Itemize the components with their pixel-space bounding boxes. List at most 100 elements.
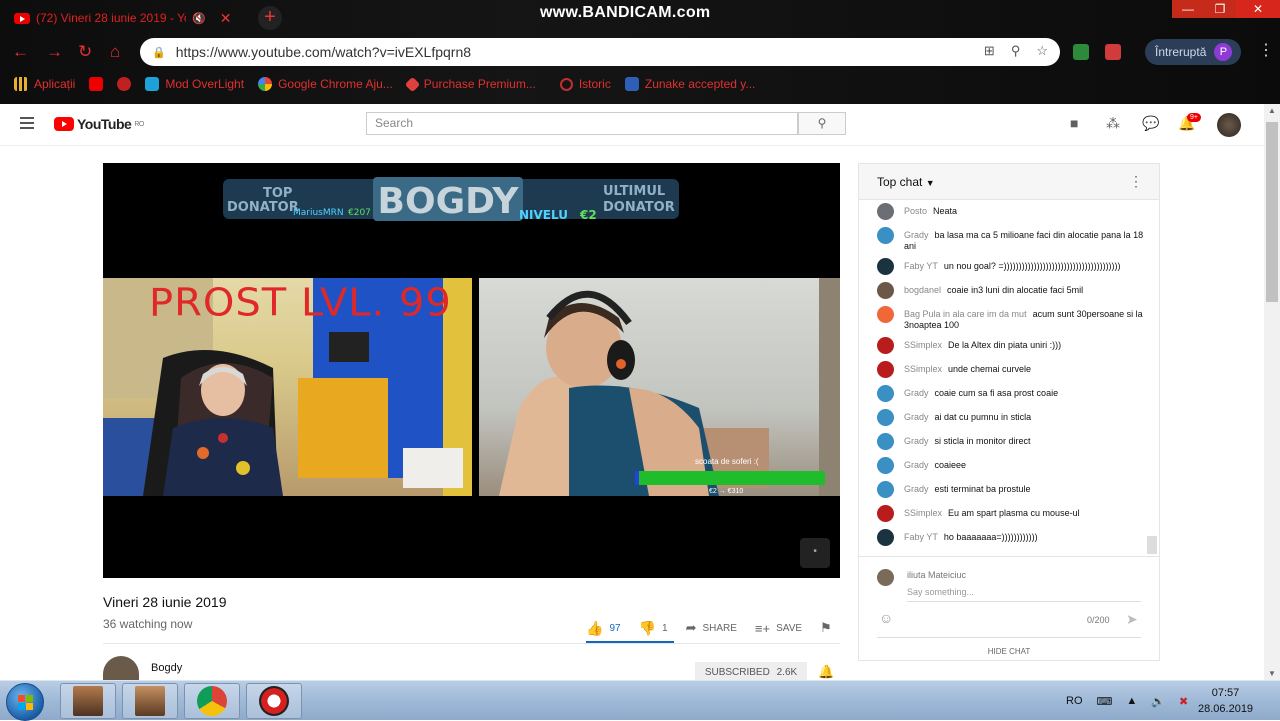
bookmark-google-help[interactable]: Google Chrome Aju...	[258, 77, 393, 91]
keyboard-icon[interactable]: ⌨	[1097, 695, 1113, 708]
svg-text:MariusMRN: MariusMRN	[293, 208, 344, 218]
chat-message[interactable]: SSimplex De la Altex din piata uniri :)))	[859, 334, 1159, 358]
extension-icon[interactable]	[1105, 44, 1121, 60]
subscribe-button[interactable]: SUBSCRIBED 2.6K	[695, 662, 807, 680]
chat-text: coaie cum sa fi asa prost coaie	[934, 388, 1059, 398]
taskbar-chrome[interactable]	[184, 683, 240, 719]
home-icon[interactable]: ⌂	[110, 42, 120, 62]
browser-tab[interactable]: (72) Vineri 28 iunie 2019 - Yo 🔇 ✕	[8, 4, 246, 32]
search-button[interactable]: ⚲	[798, 112, 846, 135]
bookmark-apps[interactable]: Aplicații	[14, 77, 75, 91]
report-button[interactable]: ⚑	[820, 620, 832, 636]
chat-user-avatar	[877, 385, 894, 402]
youtube-logo[interactable]: YouTube RO	[54, 116, 144, 132]
apps-icon[interactable]: ⁂	[1106, 115, 1120, 132]
send-icon[interactable]: ➤	[1126, 611, 1138, 628]
thumbs-up-icon: 👍	[586, 619, 604, 636]
show-hidden-icons[interactable]: ▲	[1126, 695, 1137, 707]
taskbar-app-2[interactable]	[122, 683, 178, 719]
apps-grid-icon	[14, 77, 28, 91]
chat-message[interactable]: Bag Pula in ala care im da mut acum sunt …	[859, 303, 1159, 334]
bookmark-opera[interactable]	[117, 77, 132, 91]
minimize-button[interactable]: —	[1172, 0, 1204, 18]
bookmark-mod-overlight[interactable]: Mod OverLight	[145, 77, 244, 91]
chat-message[interactable]: Grady coaieee	[859, 454, 1159, 478]
browser-chrome: (72) Vineri 28 iunie 2019 - Yo 🔇 ✕ + www…	[0, 0, 1280, 104]
forward-arrow-icon[interactable]: →	[46, 42, 63, 62]
browser-menu-icon[interactable]: ⋮	[1258, 40, 1274, 60]
scroll-down-icon[interactable]: ▼	[1268, 669, 1276, 678]
language-indicator[interactable]: RO	[1066, 695, 1083, 707]
chat-text: esti terminat ba prostule	[934, 484, 1031, 494]
chat-scrollbar[interactable]	[1147, 536, 1157, 554]
address-bar[interactable]: 🔒 https://www.youtube.com/watch?v=ivEXLf…	[140, 38, 1060, 66]
bookmark-purchase[interactable]: Purchase Premium...	[404, 76, 536, 92]
zoom-icon[interactable]: ⚲	[1011, 43, 1021, 59]
dislike-button[interactable]: 👎 1	[639, 620, 668, 637]
chat-message[interactable]: Grady ba lasa ma ca 5 milioane faci din a…	[859, 224, 1159, 255]
chat-mode-dropdown[interactable]: Top chat ▼	[877, 175, 935, 189]
bookmark-star-icon[interactable]: ☆	[1036, 43, 1048, 59]
share-label: SHARE	[702, 622, 737, 634]
like-button[interactable]: 👍 97	[586, 620, 621, 637]
taskbar-bandicam[interactable]	[246, 683, 302, 719]
messages-icon[interactable]: 💬	[1142, 115, 1159, 132]
network-icon[interactable]: ✖	[1179, 695, 1188, 708]
chat-message-body: Faby YT un nou goal? =)))))))))))))))))))…	[904, 258, 1144, 272]
tab-close-icon[interactable]: ✕	[220, 10, 232, 27]
restore-button[interactable]: ❐	[1204, 0, 1236, 18]
chat-message[interactable]: Grady coaie cum sa fi asa prost coaie	[859, 382, 1159, 406]
system-clock[interactable]: 07:57 28.06.2019	[1198, 685, 1253, 717]
chat-message-body: Grady si sticla in monitor direct	[904, 433, 1144, 447]
search-icon: ⚲	[817, 116, 827, 130]
chat-message-body: Grady ai dat cu pumnu in sticla	[904, 409, 1144, 423]
hamburger-menu-icon[interactable]	[20, 117, 34, 132]
create-video-icon[interactable]: ■	[1070, 115, 1078, 131]
chat-more-icon[interactable]: ⋮	[1129, 173, 1143, 190]
chat-message[interactable]: Faby YT ho baaaaaaa=))))))))))))	[859, 526, 1159, 550]
page-scrollbar[interactable]: ▲ ▼	[1264, 104, 1280, 680]
taskbar-app-1[interactable]	[60, 683, 116, 719]
account-avatar[interactable]	[1217, 113, 1241, 137]
channel-name[interactable]: Bogdy	[151, 662, 182, 674]
back-arrow-icon[interactable]: ←	[12, 42, 29, 62]
chat-message[interactable]: SSimplex Eu am spart plasma cu mouse-ul	[859, 502, 1159, 526]
chat-author: bogdanel	[904, 285, 942, 295]
search-input[interactable]: Search	[366, 112, 798, 135]
chat-message[interactable]: Grady esti terminat ba prostule	[859, 478, 1159, 502]
video-title: Vineri 28 iunie 2019	[103, 594, 227, 610]
reload-icon[interactable]: ↻	[78, 42, 92, 62]
profile-button[interactable]: Întreruptă P	[1145, 39, 1241, 65]
input-underline	[907, 601, 1141, 602]
chat-message[interactable]: Grady si sticla in monitor direct	[859, 430, 1159, 454]
video-player[interactable]: BOGDY TOP DONATOR MariusMRN €207 NIVELU …	[103, 163, 840, 578]
bookmark-history[interactable]: Istoric	[559, 77, 611, 91]
translate-icon[interactable]: ⊞	[984, 43, 995, 59]
close-window-button[interactable]: ✕	[1236, 0, 1280, 18]
save-button[interactable]: ≡+ SAVE	[755, 621, 802, 636]
svg-text:TOP: TOP	[263, 186, 292, 201]
bookmark-zunake[interactable]: Zunake accepted y...	[624, 77, 755, 91]
share-button[interactable]: ➦ SHARE	[686, 620, 737, 636]
emoji-icon[interactable]: ☺	[879, 610, 893, 626]
scrollbar-thumb[interactable]	[1266, 122, 1278, 302]
chat-message[interactable]: Posto Neata	[859, 200, 1159, 224]
scroll-up-icon[interactable]: ▲	[1268, 106, 1276, 115]
new-tab-button[interactable]: +	[258, 6, 282, 30]
chat-message[interactable]: SSimplex unde chemai curvele	[859, 358, 1159, 382]
volume-icon[interactable]: 🔊	[1151, 695, 1165, 708]
chat-message[interactable]: Grady ai dat cu pumnu in sticla	[859, 406, 1159, 430]
chat-message[interactable]: bogdanel coaie in3 luni din alocatie faci…	[859, 279, 1159, 303]
mute-icon[interactable]: 🔇	[192, 12, 206, 25]
chat-message-body: Grady esti terminat ba prostule	[904, 481, 1144, 495]
goal-values: €2 → €310	[709, 488, 744, 495]
hide-chat-button[interactable]: HIDE CHAT	[859, 647, 1159, 656]
chat-input[interactable]: Say something...	[907, 587, 974, 597]
google-icon	[258, 77, 273, 91]
chat-message[interactable]: Faby YT un nou goal? =)))))))))))))))))))…	[859, 255, 1159, 279]
extension-icon[interactable]	[1073, 44, 1089, 60]
notification-bell-icon[interactable]: 🔔	[818, 664, 834, 680]
channel-avatar[interactable]	[103, 656, 139, 680]
bookmark-youtube[interactable]	[89, 77, 104, 91]
start-button[interactable]	[6, 683, 44, 721]
